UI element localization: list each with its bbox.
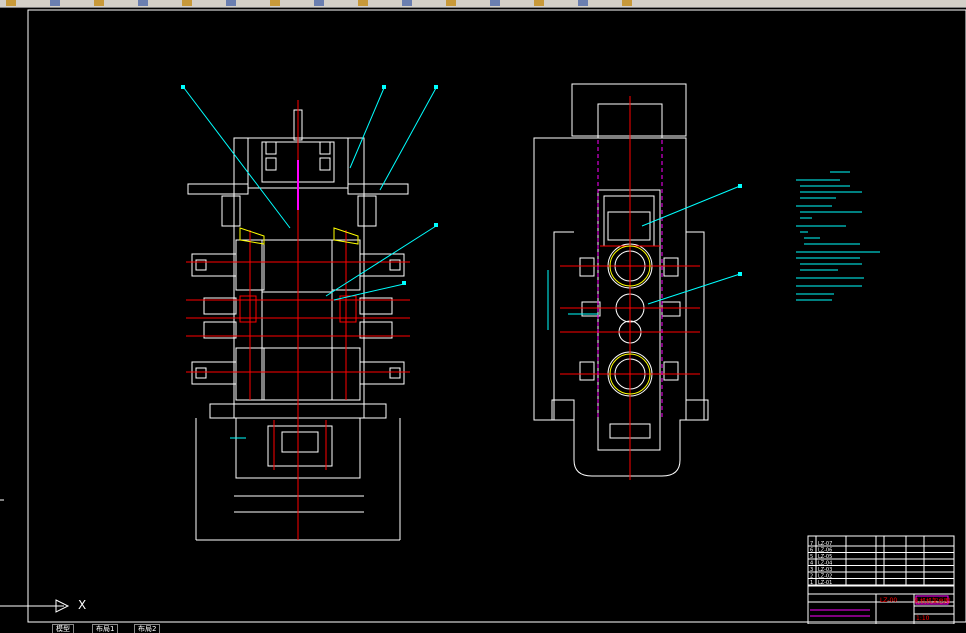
parts-row-code: LZ-06 (818, 548, 832, 554)
parts-row-no: 6 (810, 548, 813, 554)
ucs-icon (0, 499, 70, 613)
copy-icon[interactable] (446, 0, 456, 6)
parts-row-code: LZ-04 (818, 561, 832, 567)
window-icon[interactable] (622, 0, 632, 6)
paste-icon[interactable] (490, 0, 500, 6)
parts-row-code: LZ-03 (818, 567, 832, 573)
parts-row-code: LZ-02 (818, 574, 832, 580)
properties-icon[interactable] (314, 0, 324, 6)
parts-row-no: 7 (810, 541, 813, 547)
print-icon[interactable] (94, 0, 104, 6)
toolbar (0, 0, 966, 8)
drawing-scale: 1:10 (916, 615, 930, 622)
open-icon[interactable] (6, 0, 16, 6)
drawing-border (27, 9, 966, 623)
layer-icon[interactable] (358, 0, 368, 6)
side-elevation-view (533, 83, 709, 477)
undo-icon[interactable] (138, 0, 148, 6)
parts-row-code: LZ-05 (818, 554, 832, 560)
match-icon[interactable] (402, 0, 412, 6)
redo-icon[interactable] (182, 0, 192, 6)
parts-row-no: 2 (810, 574, 813, 580)
table-icon[interactable] (534, 0, 544, 6)
parts-row-no: 1 (810, 580, 813, 586)
save-icon[interactable] (50, 0, 60, 6)
parts-row-no: 4 (810, 561, 813, 567)
parts-row-no: 5 (810, 554, 813, 560)
zoom-icon[interactable] (270, 0, 280, 6)
parts-row-code: LZ-01 (818, 580, 832, 586)
drawing-canvas[interactable]: 7 LZ-07 6 LZ-06 5 LZ-05 4 LZ-04 3 LZ-03 2 LZ-02 1 LZ-… (0, 8, 966, 624)
drawing-title: 轧机机架总图 (914, 598, 951, 605)
parts-row-code: LZ-07 (818, 541, 832, 547)
technical-notes (796, 171, 880, 301)
pan-icon[interactable] (226, 0, 236, 6)
drawing-number: LZ-00 (880, 597, 898, 604)
parts-row-no: 3 (810, 567, 813, 573)
grid-icon[interactable] (578, 0, 588, 6)
ucs-x-label: X (78, 598, 87, 612)
